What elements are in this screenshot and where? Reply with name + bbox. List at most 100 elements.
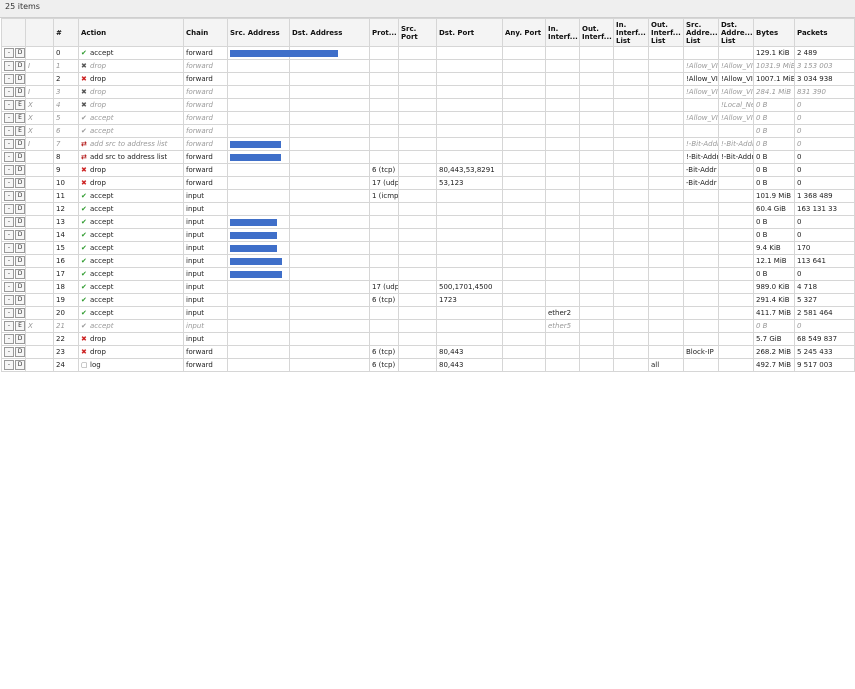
remove-rule-button[interactable]: -: [4, 295, 14, 305]
table-row[interactable]: - D I 7 ⇄ add src to address list forward !-Bit…: [1, 137, 855, 151]
remove-rule-button[interactable]: -: [4, 87, 14, 97]
table-row[interactable]: - E X 21 ✔ accept input ether5 0 B0: [1, 319, 855, 333]
table-row[interactable]: - D 23 ✖ drop forward 6 (tcp) 80,443 Block-IP 268…: [1, 345, 855, 359]
remove-rule-button[interactable]: -: [4, 243, 14, 253]
rule-src-address-list: [683, 306, 719, 320]
remove-rule-button[interactable]: -: [4, 256, 14, 266]
disable-rule-button[interactable]: D: [15, 269, 25, 279]
disable-rule-button[interactable]: D: [15, 243, 25, 253]
disable-rule-button[interactable]: D: [15, 347, 25, 357]
table-row[interactable]: - D I 1 ✖ drop forward !Allow_VI !Allow_VI 1031.9…: [1, 59, 855, 73]
disable-rule-button[interactable]: D: [15, 165, 25, 175]
table-row[interactable]: - E X 5 ✔ accept forward !Allow_VI !Allow_VI 0 B0: [1, 111, 855, 125]
enable-rule-button[interactable]: E: [15, 113, 25, 123]
table-row[interactable]: - D 8 ⇄ add src to address list forward !-Bit-…: [1, 150, 855, 164]
disable-rule-button[interactable]: D: [15, 74, 25, 84]
disable-rule-button[interactable]: D: [15, 87, 25, 97]
remove-rule-button[interactable]: -: [4, 269, 14, 279]
disable-rule-button[interactable]: D: [15, 308, 25, 318]
table-row[interactable]: - D 9 ✖ drop forward 6 (tcp) 80,443,53,8291 -Bit…: [1, 163, 855, 177]
col-header-src-port[interactable]: Src. Port: [398, 18, 437, 47]
disable-rule-button[interactable]: D: [15, 282, 25, 292]
remove-rule-button[interactable]: -: [4, 100, 14, 110]
table-row[interactable]: - D 24 ▢ log forward 6 (tcp) 80,443 all 492.7 MiB…: [1, 358, 855, 372]
disable-rule-button[interactable]: D: [15, 256, 25, 266]
table-row[interactable]: - D 19 ✔ accept input 6 (tcp) 1723 291.4 KiB 5 32…: [1, 293, 855, 307]
col-header-bytes[interactable]: Bytes: [753, 18, 795, 47]
col-header-action[interactable]: Action: [78, 18, 184, 47]
remove-rule-button[interactable]: -: [4, 74, 14, 84]
table-row[interactable]: - E X 4 ✖ drop forward !Local_Ne 0 B0: [1, 98, 855, 112]
rule-src-address: [227, 189, 290, 203]
remove-rule-button[interactable]: -: [4, 178, 14, 188]
col-header-any-port[interactable]: Any. Port: [502, 18, 546, 47]
table-row[interactable]: - D 12 ✔ accept input 60.4 GiB 163 131 33: [1, 202, 855, 216]
rule-action-cell: ✔ accept: [78, 267, 184, 281]
rule-in-interface: [545, 267, 580, 281]
disable-rule-button[interactable]: D: [15, 48, 25, 58]
remove-rule-button[interactable]: -: [4, 204, 14, 214]
col-header-in-interface-list[interactable]: In. Interf... List: [613, 18, 649, 47]
col-header-src-address-list[interactable]: Src. Addre... List: [683, 18, 719, 47]
disable-rule-button[interactable]: D: [15, 360, 25, 370]
remove-rule-button[interactable]: -: [4, 334, 14, 344]
table-row[interactable]: - D 2 ✖ drop forward !Allow_VI !Allow_VI 1007.1 …: [1, 72, 855, 86]
rule-dst-port: [436, 228, 503, 242]
disable-rule-button[interactable]: D: [15, 152, 25, 162]
remove-rule-button[interactable]: -: [4, 308, 14, 318]
col-header-chain[interactable]: Chain: [183, 18, 228, 47]
col-header-dst-port[interactable]: Dst. Port: [436, 18, 503, 47]
col-header-dst-address-list[interactable]: Dst. Addre... List: [718, 18, 754, 47]
remove-rule-button[interactable]: -: [4, 230, 14, 240]
disable-rule-button[interactable]: D: [15, 178, 25, 188]
table-row[interactable]: - D 16 ✔ accept input 12.1 MiB 113 641: [1, 254, 855, 268]
disable-rule-button[interactable]: D: [15, 230, 25, 240]
col-header-protocol[interactable]: Prot...: [369, 18, 399, 47]
remove-rule-button[interactable]: -: [4, 360, 14, 370]
table-row[interactable]: - D 10 ✖ drop forward 17 (udp 53,123 -Bit-Addr 0 …: [1, 176, 855, 190]
remove-rule-button[interactable]: -: [4, 152, 14, 162]
col-header-packets[interactable]: Packets: [794, 18, 855, 47]
disable-rule-button[interactable]: D: [15, 61, 25, 71]
col-header-out-interface[interactable]: Out. Interf...: [579, 18, 614, 47]
table-row[interactable]: - D I 3 ✖ drop forward !Allow_VI !Allow_VI 284.1 …: [1, 85, 855, 99]
col-header-dst-address[interactable]: Dst. Address: [289, 18, 370, 47]
remove-rule-button[interactable]: -: [4, 321, 14, 331]
remove-rule-button[interactable]: -: [4, 113, 14, 123]
table-row[interactable]: - D 13 ✔ accept input 0 B0: [1, 215, 855, 229]
remove-rule-button[interactable]: -: [4, 165, 14, 175]
col-header-out-interface-list[interactable]: Out. Interf... List: [648, 18, 684, 47]
remove-rule-button[interactable]: -: [4, 191, 14, 201]
remove-rule-button[interactable]: -: [4, 282, 14, 292]
remove-rule-button[interactable]: -: [4, 61, 14, 71]
remove-rule-button[interactable]: -: [4, 347, 14, 357]
disable-rule-button[interactable]: D: [15, 295, 25, 305]
disable-rule-button[interactable]: D: [15, 191, 25, 201]
table-row[interactable]: - E X 6 ✔ accept forward 0 B0: [1, 124, 855, 138]
col-header-number[interactable]: #: [53, 18, 79, 47]
disable-rule-button[interactable]: D: [15, 204, 25, 214]
table-row[interactable]: - D 17 ✔ accept input 0 B0: [1, 267, 855, 281]
enable-rule-button[interactable]: E: [15, 321, 25, 331]
table-row[interactable]: - D 14 ✔ accept input 0 B0: [1, 228, 855, 242]
disable-rule-button[interactable]: D: [15, 217, 25, 227]
table-row[interactable]: - D 22 ✖ drop input 5.7 GiB 68 549 837: [1, 332, 855, 346]
col-header-src-address[interactable]: Src. Address: [227, 18, 290, 47]
remove-rule-button[interactable]: -: [4, 217, 14, 227]
table-row[interactable]: - D 15 ✔ accept input 9.4 KiB 170: [1, 241, 855, 255]
rule-protocol: [369, 319, 399, 333]
disable-rule-button[interactable]: D: [15, 334, 25, 344]
remove-rule-button[interactable]: -: [4, 48, 14, 58]
col-header-in-interface[interactable]: In. Interf...: [545, 18, 580, 47]
remove-rule-button[interactable]: -: [4, 139, 14, 149]
rule-chain: forward: [183, 59, 228, 73]
table-row[interactable]: - D 20 ✔ accept input ether2 411.7 MiB 2 581 464: [1, 306, 855, 320]
table-row[interactable]: - D 11 ✔ accept input 1 (icmp 101.9 MiB 1 368 48…: [1, 189, 855, 203]
table-row[interactable]: - D 0 ✔ accept forward 129.1 KiB 2 489: [1, 46, 855, 60]
remove-rule-button[interactable]: -: [4, 126, 14, 136]
disable-rule-button[interactable]: D: [15, 139, 25, 149]
table-row[interactable]: - D 18 ✔ accept input 17 (udp 500,1701,4500 989.…: [1, 280, 855, 294]
checkmark-icon: ✔: [81, 270, 87, 278]
enable-rule-button[interactable]: E: [15, 126, 25, 136]
enable-rule-button[interactable]: E: [15, 100, 25, 110]
